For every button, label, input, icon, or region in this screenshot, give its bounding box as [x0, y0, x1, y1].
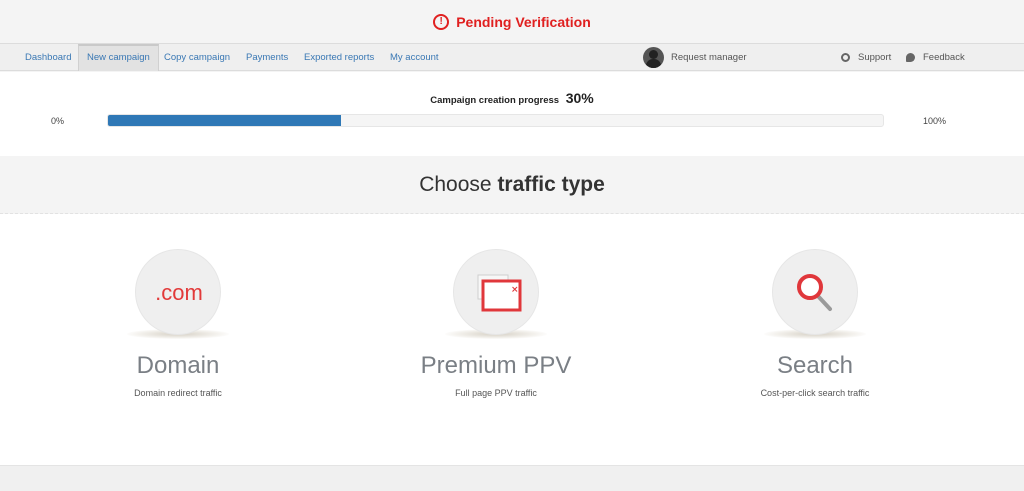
progress-max-label: 100%	[923, 116, 947, 126]
magnifier-icon	[797, 274, 832, 311]
nav-payments[interactable]: Payments	[246, 44, 288, 71]
card-subtitle-domain: Domain redirect traffic	[134, 388, 222, 398]
banner-text: Pending Verification	[456, 13, 591, 30]
card-title-domain[interactable]: Domain	[48, 352, 308, 380]
progress-title: Campaign creation progress 30%	[0, 90, 1024, 106]
support-link[interactable]: Support	[858, 44, 891, 71]
search-icon-circle[interactable]	[772, 249, 858, 335]
alert-circle-icon: !	[433, 13, 450, 30]
nav-new-campaign[interactable]: New campaign	[78, 44, 159, 71]
progress-fill	[108, 115, 341, 126]
nav-dashboard[interactable]: Dashboard	[25, 44, 71, 71]
nav-copy-campaign[interactable]: Copy campaign	[164, 44, 230, 71]
feedback-link[interactable]: Feedback	[923, 44, 965, 71]
svg-text:×: ×	[511, 285, 519, 295]
progress-section: Campaign creation progress 30% 0% 100%	[0, 72, 1024, 156]
manager-avatar[interactable]	[643, 47, 664, 68]
card-subtitle-premium-ppv: Full page PPV traffic	[455, 388, 537, 398]
top-nav: Dashboard New campaign Copy campaign Pay…	[0, 43, 1024, 71]
dot-com-icon: .com	[155, 280, 203, 305]
banner-content: ! Pending Verification	[433, 13, 591, 30]
domain-icon-circle[interactable]: .com	[135, 249, 221, 335]
verification-banner: ! Pending Verification	[0, 0, 1024, 43]
progress-title-text: Campaign creation progress	[430, 95, 560, 106]
support-icon[interactable]	[841, 53, 850, 62]
section-heading: Choose traffic type	[0, 156, 1024, 214]
card-title-search[interactable]: Search	[685, 352, 945, 380]
progress-track	[107, 114, 884, 127]
card-subtitle-search: Cost-per-click search traffic	[760, 388, 870, 398]
progress-min-label: 0%	[51, 116, 65, 126]
card-title-premium-ppv[interactable]: Premium PPV	[366, 352, 626, 380]
popup-window-icon: ×	[477, 274, 522, 312]
request-manager-link[interactable]: Request manager	[671, 44, 747, 71]
ppv-icon-circle[interactable]: ×	[453, 249, 539, 335]
progress-percent: 30%	[565, 90, 594, 106]
nav-my-account[interactable]: My account	[390, 44, 439, 71]
heading-bold: traffic type	[497, 173, 605, 196]
heading-prefix: Choose	[419, 173, 492, 196]
feedback-icon[interactable]	[906, 53, 915, 62]
nav-exported-reports[interactable]: Exported reports	[304, 44, 374, 71]
footer-band	[0, 465, 1024, 491]
traffic-type-options: .com Domain Domain redirect traffic × Pr…	[0, 214, 1024, 465]
